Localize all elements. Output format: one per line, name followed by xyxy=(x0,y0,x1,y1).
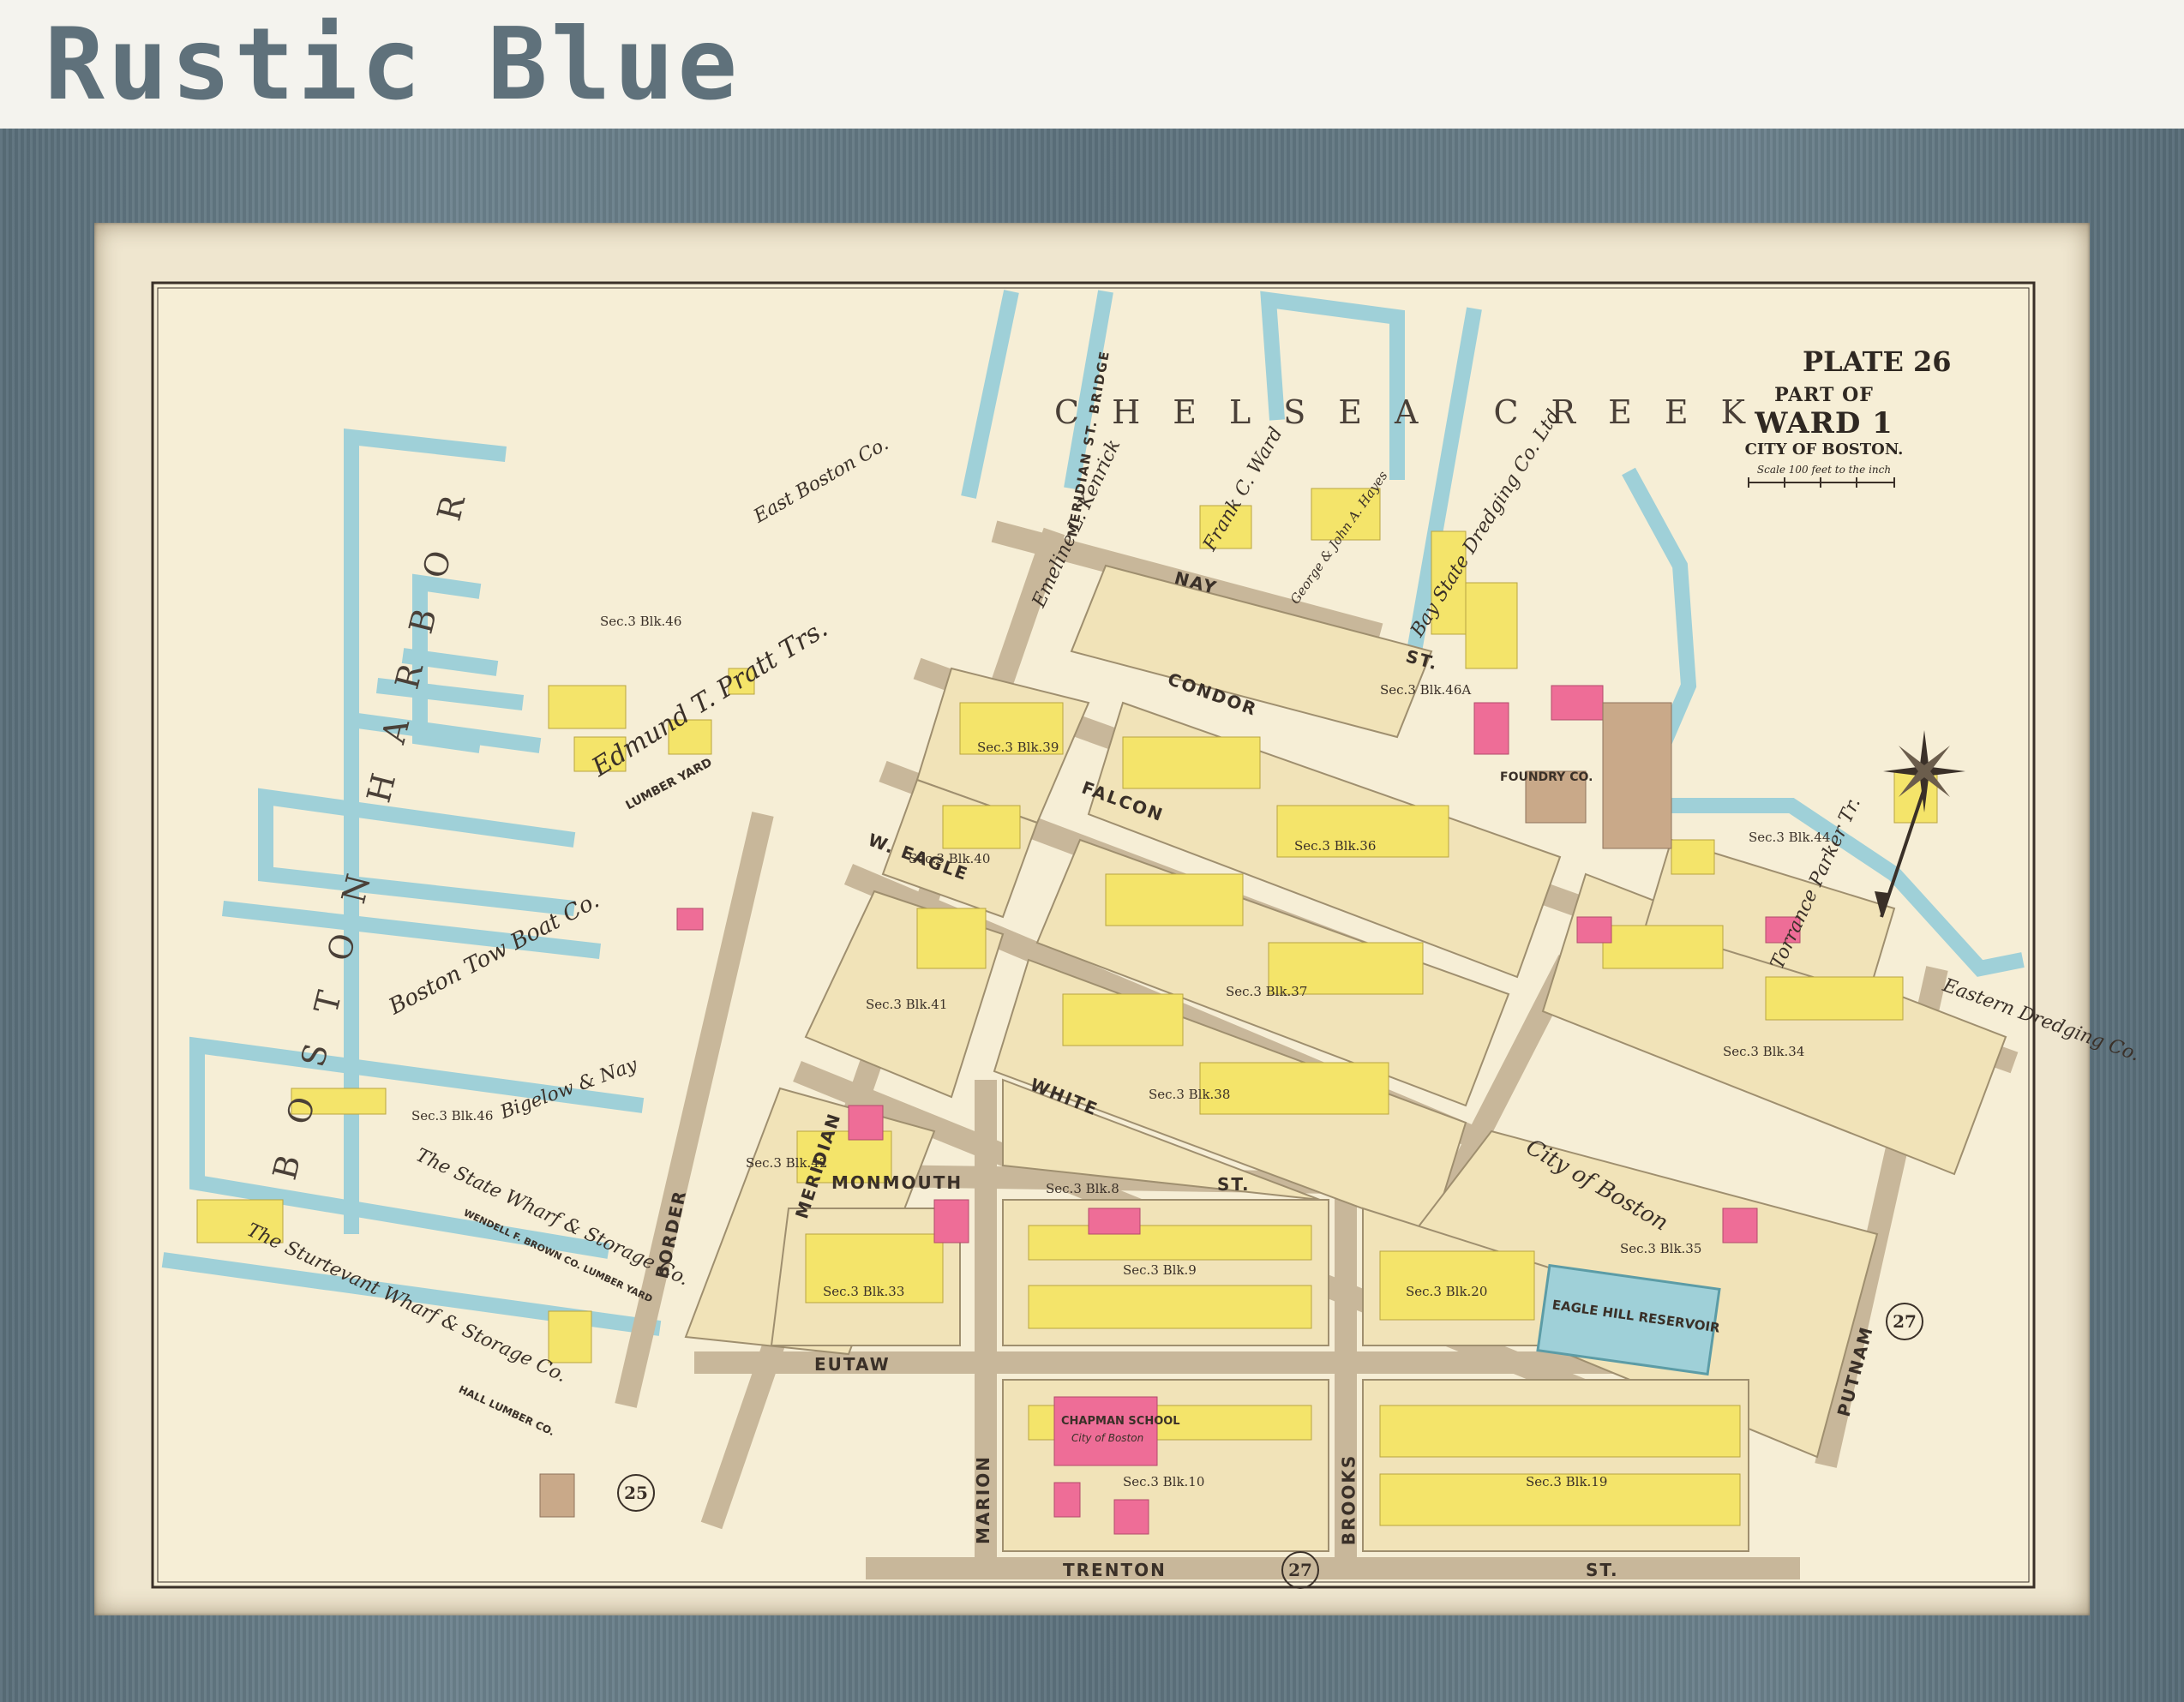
section-19: Sec.3 Blk.19 xyxy=(1526,1474,1608,1489)
label-chelsea-creek: CHELSEA CREEK xyxy=(1054,393,1779,431)
street-label-marion: MARION xyxy=(972,1455,993,1544)
page-heading: Rustic Blue xyxy=(45,7,741,123)
section-42: Sec.3 Blk.42 xyxy=(746,1155,828,1171)
section-35: Sec.3 Blk.35 xyxy=(1620,1241,1702,1256)
section-46-top: Sec.3 Blk.46 xyxy=(600,614,682,629)
map-mat: PLATE 26 PART OF WARD 1 CITY OF BOSTON. … xyxy=(94,223,2142,1615)
section-41: Sec.3 Blk.41 xyxy=(866,997,948,1012)
title-city: CITY OF BOSTON. xyxy=(1744,440,1904,458)
adjacent-plate-bottom: 27 xyxy=(1281,1551,1319,1589)
plate-number: PLATE 26 xyxy=(1803,345,1952,378)
street-label-monmouth-st: ST. xyxy=(1217,1174,1251,1195)
building-chapman-school: CHAPMAN SCHOOL xyxy=(1061,1415,1180,1428)
section-44: Sec.3 Blk.44 xyxy=(1749,830,1831,845)
section-40: Sec.3 Blk.40 xyxy=(909,851,991,866)
street-label-trenton-st: ST. xyxy=(1586,1560,1619,1580)
section-36: Sec.3 Blk.36 xyxy=(1294,838,1377,854)
picture-frame: PLATE 26 PART OF WARD 1 CITY OF BOSTON. … xyxy=(0,129,2184,1702)
section-9: Sec.3 Blk.9 xyxy=(1123,1262,1197,1278)
section-39: Sec.3 Blk.39 xyxy=(977,740,1059,755)
section-46-bottom: Sec.3 Blk.46 xyxy=(411,1108,494,1124)
section-34: Sec.3 Blk.34 xyxy=(1723,1044,1805,1059)
adjacent-plate-right: 27 xyxy=(1886,1303,1923,1340)
section-20: Sec.3 Blk.20 xyxy=(1406,1284,1488,1299)
street-label-monmouth: MONMOUTH xyxy=(831,1172,963,1193)
section-46a: Sec.3 Blk.46A xyxy=(1380,682,1472,698)
section-37: Sec.3 Blk.37 xyxy=(1226,984,1308,999)
section-8: Sec.3 Blk.8 xyxy=(1046,1181,1119,1196)
street-label-eutaw: EUTAW xyxy=(814,1354,891,1375)
street-label-brooks: BROOKS xyxy=(1338,1453,1359,1546)
title-scale: Scale 100 feet to the inch xyxy=(1756,464,1892,476)
adjacent-plate-left: 25 xyxy=(617,1474,655,1512)
building-chapman-school-sub: City of Boston xyxy=(1071,1432,1144,1444)
section-33: Sec.3 Blk.33 xyxy=(823,1284,905,1299)
map-sheet: PLATE 26 PART OF WARD 1 CITY OF BOSTON. … xyxy=(94,223,2142,1615)
section-10: Sec.3 Blk.10 xyxy=(1123,1474,1205,1489)
street-label-trenton: TRENTON xyxy=(1063,1560,1167,1580)
section-38: Sec.3 Blk.38 xyxy=(1149,1087,1231,1102)
building-foundry: FOUNDRY CO. xyxy=(1500,770,1593,784)
